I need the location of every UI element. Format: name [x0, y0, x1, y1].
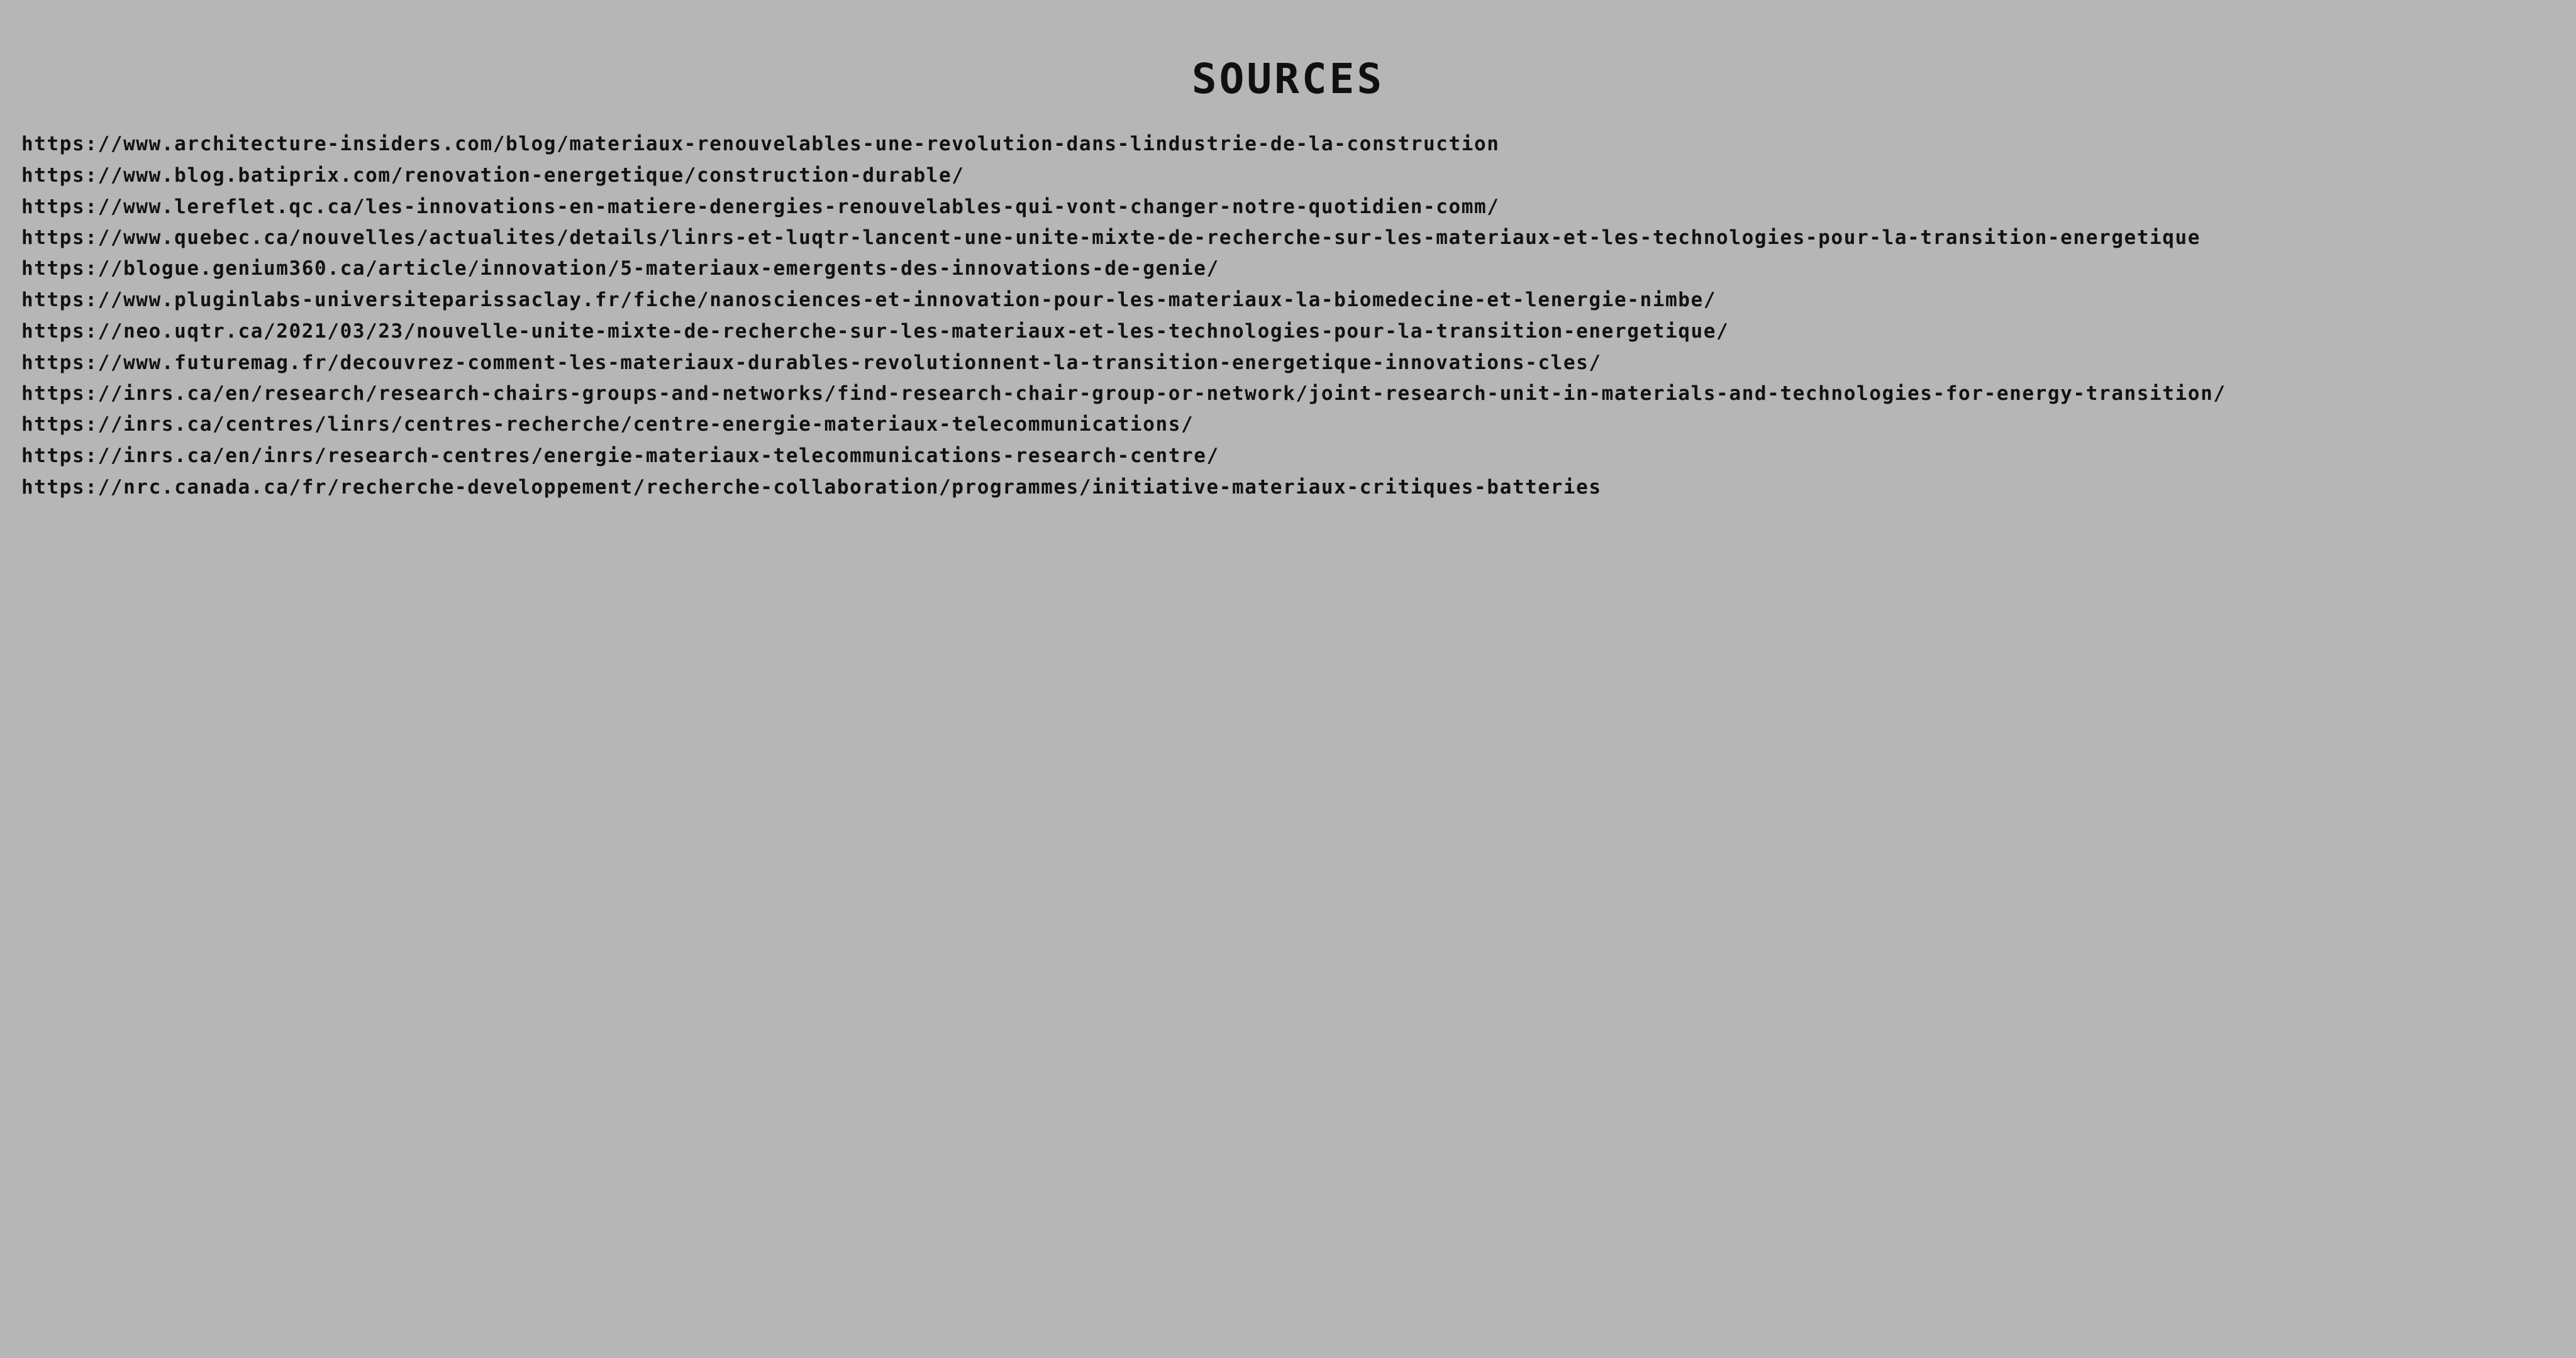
source-link-9[interactable]: https://inrs.ca/en/research/research-cha…: [21, 384, 2556, 404]
source-link-12[interactable]: https://nrc.canada.ca/fr/recherche-devel…: [21, 478, 2556, 497]
source-link-6[interactable]: https://www.pluginlabs-universiteparissa…: [21, 290, 2556, 310]
source-link-10[interactable]: https://inrs.ca/centres/linrs/centres-re…: [21, 415, 2556, 434]
page-title: SOURCES: [1191, 55, 1385, 103]
source-list: https://www.architecture-insiders.com/bl…: [21, 135, 2556, 511]
sources-page: SOURCES https://www.architecture-insider…: [0, 0, 2576, 1358]
source-link-3[interactable]: https://www.lereflet.qc.ca/les-innovatio…: [21, 197, 2556, 217]
source-link-1[interactable]: https://www.architecture-insiders.com/bl…: [21, 135, 2556, 154]
source-link-7[interactable]: https://neo.uqtr.ca/2021/03/23/nouvelle-…: [21, 322, 2556, 341]
source-link-8[interactable]: https://www.futuremag.fr/decouvrez-comme…: [21, 353, 2556, 373]
source-link-11[interactable]: https://inrs.ca/en/inrs/research-centres…: [21, 446, 2556, 466]
source-link-5[interactable]: https://blogue.genium360.ca/article/inno…: [21, 259, 2556, 279]
source-link-2[interactable]: https://www.blog.batiprix.com/renovation…: [21, 166, 2556, 185]
source-link-4[interactable]: https://www.quebec.ca/nouvelles/actualit…: [21, 228, 2556, 248]
